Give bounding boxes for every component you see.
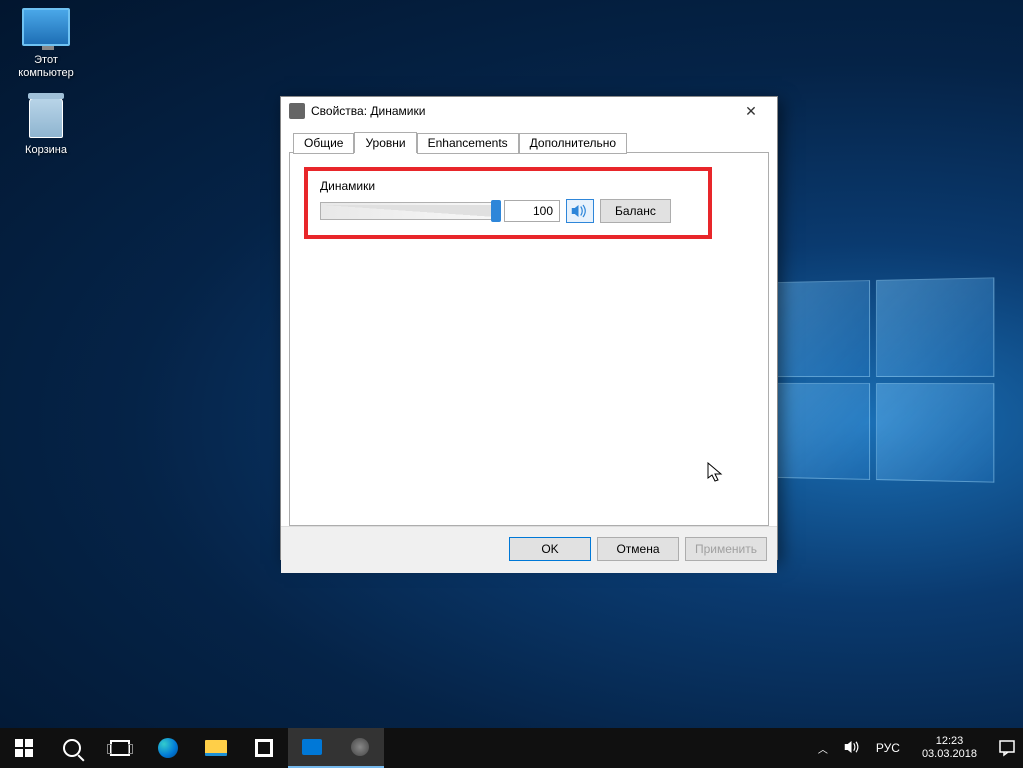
desktop-icon-label: Корзина xyxy=(8,144,84,157)
window-title: Свойства: Динамики xyxy=(311,104,729,118)
windows-logo-icon xyxy=(15,739,33,757)
volume-slider[interactable] xyxy=(320,202,498,220)
volume-row: Баланс xyxy=(320,199,696,223)
computer-icon xyxy=(22,8,70,46)
cancel-button[interactable]: Отмена xyxy=(597,537,679,561)
desktop-icons: Этот компьютер Корзина xyxy=(8,8,84,176)
ok-button[interactable]: OK xyxy=(509,537,591,561)
dialog-footer: OK Отмена Применить xyxy=(281,526,777,573)
store-icon xyxy=(255,739,273,757)
mute-button[interactable] xyxy=(566,199,594,223)
volume-input[interactable] xyxy=(504,200,560,222)
folder-icon xyxy=(205,740,227,756)
speaker-icon xyxy=(571,204,589,218)
tab-enhancements[interactable]: Enhancements xyxy=(417,133,519,154)
tray-volume-button[interactable] xyxy=(844,739,862,758)
slider-thumb[interactable] xyxy=(491,200,501,222)
action-center-button[interactable] xyxy=(995,739,1019,757)
slider-group-label: Динамики xyxy=(320,179,696,193)
chevron-up-icon: ︿ xyxy=(818,745,828,756)
wallpaper-windows-logo xyxy=(758,277,995,482)
tab-panel-levels: Динамики Баланс xyxy=(289,152,769,526)
close-button[interactable]: ✕ xyxy=(729,97,773,125)
dialog-body: Общие Уровни Enhancements Дополнительно … xyxy=(281,125,777,526)
system-tray: ︿ РУС 12:23 03.03.2018 xyxy=(808,728,1023,768)
speaker-app-icon xyxy=(351,738,369,756)
desktop-icon-label: Этот компьютер xyxy=(8,54,84,80)
desktop[interactable]: Этот компьютер Корзина Свойства: Динамик… xyxy=(0,0,1023,768)
taskbar-app-explorer[interactable] xyxy=(192,728,240,768)
apply-button: Применить xyxy=(685,537,767,561)
settings-icon xyxy=(302,739,322,755)
recycle-bin-icon xyxy=(29,98,63,138)
desktop-icon-recycle-bin[interactable]: Корзина xyxy=(8,98,84,157)
window-icon xyxy=(289,103,305,119)
clock[interactable]: 12:23 03.03.2018 xyxy=(914,735,985,761)
close-icon: ✕ xyxy=(745,103,757,120)
tab-advanced[interactable]: Дополнительно xyxy=(519,133,627,154)
notification-icon xyxy=(998,739,1016,757)
task-view-icon xyxy=(110,740,130,756)
tabs: Общие Уровни Enhancements Дополнительно xyxy=(293,131,769,152)
taskbar-app-settings[interactable] xyxy=(288,728,336,768)
start-button[interactable] xyxy=(0,728,48,768)
desktop-icon-this-pc[interactable]: Этот компьютер xyxy=(8,8,84,80)
taskbar-app-sound[interactable] xyxy=(336,728,384,768)
task-view-button[interactable] xyxy=(96,728,144,768)
search-button[interactable] xyxy=(48,728,96,768)
taskbar: ︿ РУС 12:23 03.03.2018 xyxy=(0,728,1023,768)
language-indicator[interactable]: РУС xyxy=(872,741,904,755)
tray-overflow-button[interactable]: ︿ xyxy=(812,741,834,756)
taskbar-app-store[interactable] xyxy=(240,728,288,768)
clock-date: 03.03.2018 xyxy=(922,748,977,761)
balance-button[interactable]: Баланс xyxy=(600,199,671,223)
annotation-highlight: Динамики Баланс xyxy=(304,167,712,239)
titlebar[interactable]: Свойства: Динамики ✕ xyxy=(281,97,777,125)
edge-icon xyxy=(158,738,178,758)
tab-general[interactable]: Общие xyxy=(293,133,354,154)
volume-icon xyxy=(844,739,862,755)
clock-time: 12:23 xyxy=(922,735,977,748)
taskbar-app-edge[interactable] xyxy=(144,728,192,768)
search-icon xyxy=(63,739,81,757)
tab-levels[interactable]: Уровни xyxy=(354,132,416,153)
speaker-properties-dialog: Свойства: Динамики ✕ Общие Уровни Enhanc… xyxy=(280,96,778,560)
